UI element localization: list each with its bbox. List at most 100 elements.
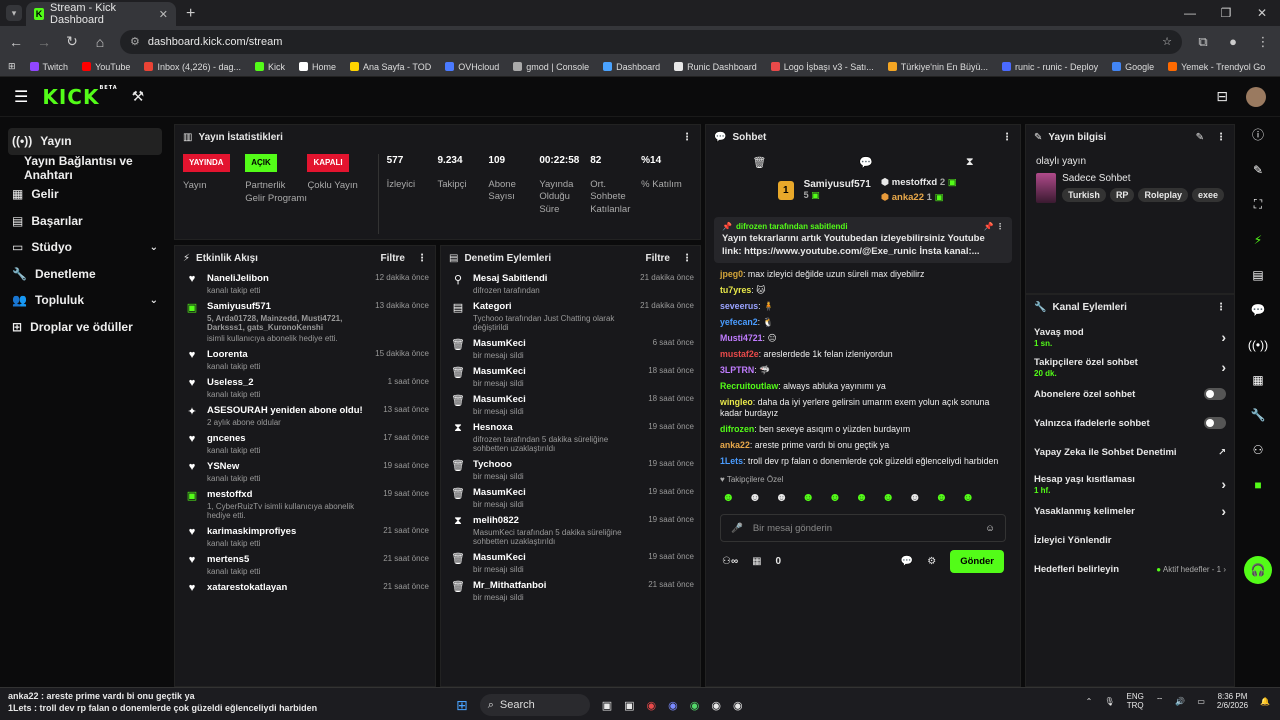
wifi-icon[interactable]: ⌔ xyxy=(1156,696,1164,706)
toggle-switch[interactable] xyxy=(1204,388,1226,400)
sidebar-item-stream[interactable]: ((•)) Yayın xyxy=(8,128,162,155)
tag-pill[interactable]: exee xyxy=(1191,188,1224,202)
chat-message[interactable]: tu7yres: 🐱 xyxy=(706,285,1020,296)
more-options-icon[interactable]: ⋮ xyxy=(1216,302,1226,313)
chrome-icon[interactable]: ◉ xyxy=(647,699,657,712)
chat-icon[interactable]: 💬 xyxy=(1236,292,1280,327)
volume-icon[interactable]: 🔊 xyxy=(1175,697,1185,706)
feed-item[interactable]: ⧗ Hesnoxa difrozen tarafından 5 dakika sür… xyxy=(451,422,694,453)
chat-message[interactable]: mustaf2e: areslerdede 1k felan izleniyor… xyxy=(706,349,1020,360)
taskbar-app-icon[interactable]: ▣ xyxy=(602,699,612,712)
back-icon[interactable]: ← xyxy=(8,34,24,50)
tray-chevron-icon[interactable]: ⌃ xyxy=(1086,697,1093,706)
taskbar-search[interactable]: ⌕ Search xyxy=(479,694,590,716)
filter-button[interactable]: Filtre xyxy=(646,253,670,264)
feed-item[interactable]: 🗑 MasumKeci bir mesajı sildi 18 saat önce xyxy=(451,366,694,388)
emote-icon[interactable]: ☻ xyxy=(882,490,895,504)
bookmark-item[interactable]: Ana Sayfa - TOD xyxy=(350,62,431,72)
feed-item[interactable]: ⚲ Mesaj Sabitlendi difrozen tarafından 21 d… xyxy=(451,273,694,295)
more-options-icon[interactable]: ⋮ xyxy=(682,253,692,264)
emote-icon[interactable]: ☻ xyxy=(935,490,948,504)
chat-message[interactable]: yefecan2: 🐧 xyxy=(706,317,1020,328)
chat-username[interactable]: 3LPTRN xyxy=(720,365,754,375)
infinity-icon[interactable]: ⚇∞ xyxy=(722,556,738,567)
sidebar-item-drops[interactable]: ⊞ Droplar ve ödüller xyxy=(0,314,170,341)
feed-item[interactable]: ♥ Loorenta kanalı takip etti 15 dakika önce xyxy=(185,349,429,371)
notification-icon[interactable]: 🔔 xyxy=(1260,697,1270,706)
taskbar-app-icon[interactable]: ▣ xyxy=(624,699,634,712)
feed-item[interactable]: ♥ YSNew kanalı takip etti 19 saat önce xyxy=(185,461,429,483)
chat-username[interactable]: Musti4721 xyxy=(720,333,763,343)
feed-item[interactable]: 🗑 MasumKeci bir mesajı sildi 18 saat önce xyxy=(451,394,694,416)
tag-pill[interactable]: Turkish xyxy=(1062,188,1106,202)
document-icon[interactable]: ▤ xyxy=(1236,257,1280,292)
feed-item[interactable]: 🗑 MasumKeci bir mesajı sildi 19 saat önce xyxy=(451,487,694,509)
more-options-icon[interactable]: ⋮ xyxy=(417,253,427,264)
edit-icon[interactable]: ✎ xyxy=(1196,132,1204,143)
chat-message[interactable]: difrozen: ben sexeye asıqım o yüzden bur… xyxy=(706,424,1020,435)
chat-username[interactable]: seveerus xyxy=(720,301,758,311)
bookmark-item[interactable]: YouTube xyxy=(82,62,130,72)
chat-message[interactable]: jpeg0: max izleyici değilde uzun süreli … xyxy=(706,269,1020,280)
channel-action-row[interactable]: Yalnızca ifadelerle sohbet xyxy=(1026,415,1234,431)
emote-icon[interactable]: ☻ xyxy=(722,490,735,504)
home-icon[interactable]: ⌂ xyxy=(92,34,108,50)
site-info-icon[interactable]: ⚙ xyxy=(130,35,140,48)
address-bar[interactable]: ⚙ dashboard.kick.com/stream ☆ xyxy=(120,29,1182,54)
channel-action-row[interactable]: Yapay Zeka ile Sohbet Denetimi ↗ xyxy=(1026,444,1234,460)
emoji-icon[interactable]: ☺ xyxy=(985,523,995,534)
chat-username[interactable]: wingleo xyxy=(720,397,753,407)
spotify-icon[interactable]: ◉ xyxy=(690,699,700,712)
sidebar-item-stream-key[interactable]: Yayın Bağlantısı ve Anahtarı xyxy=(0,154,170,182)
info-icon[interactable]: ⓘ xyxy=(1236,117,1280,152)
tag-pill[interactable]: RP xyxy=(1109,188,1135,202)
windows-start-icon[interactable]: ⊞ xyxy=(456,697,468,714)
discord-icon[interactable]: ◉ xyxy=(668,699,678,712)
bookmark-item[interactable]: gmod | Console xyxy=(513,62,589,72)
apps-icon[interactable]: ⊞ xyxy=(8,61,16,72)
store-icon[interactable]: ▦ xyxy=(752,556,761,567)
profile-icon[interactable]: ● xyxy=(1224,34,1242,49)
mic-icon[interactable]: 🎙 xyxy=(1104,697,1114,706)
gear-icon[interactable]: ⚙ xyxy=(927,556,936,567)
steam-icon[interactable]: ◉ xyxy=(711,699,721,712)
channel-action-row[interactable]: İzleyici Yönlendir xyxy=(1026,532,1234,548)
chat-username[interactable]: difrozen xyxy=(720,424,754,434)
emote-icon[interactable]: ☻ xyxy=(855,490,868,504)
emote-icon[interactable]: ☻ xyxy=(775,490,788,504)
pencil-icon[interactable]: ✎ xyxy=(1236,152,1280,187)
reload-icon[interactable]: ↻ xyxy=(64,33,80,50)
channel-action-row[interactable]: Hedefleri belirleyin ● Aktif hedefler - 1… xyxy=(1026,561,1234,577)
chat-message[interactable]: anka22: areste prime vardı bi onu geçtik… xyxy=(706,440,1020,451)
feed-item[interactable]: ♥ gncenes kanalı takip etti 17 saat önce xyxy=(185,433,429,455)
screenshot-icon[interactable]: ⛶ xyxy=(1236,187,1280,222)
bookmark-star-icon[interactable]: ☆ xyxy=(1162,35,1172,48)
bookmark-item[interactable]: Dashboard xyxy=(603,62,660,72)
chat-username[interactable]: anka22 xyxy=(720,440,750,450)
obs-icon[interactable]: ◉ xyxy=(733,699,743,712)
lightning-icon[interactable]: ⚡ xyxy=(1236,222,1280,257)
external-link-icon[interactable]: ↗ xyxy=(1218,447,1226,458)
sidebar-item-achievements[interactable]: ▤ Başarılar xyxy=(0,208,170,235)
mic-icon[interactable]: 🎤 xyxy=(731,523,743,534)
tools-icon[interactable]: ⚒ xyxy=(132,88,145,105)
bookmark-item[interactable]: runic - runic - Deploy xyxy=(1002,62,1098,72)
pinned-message[interactable]: 📌 difrozen tarafından sabitlendi 📌 ⋮ Yayın… xyxy=(714,217,1012,264)
emote-icon[interactable]: ☻ xyxy=(802,490,815,504)
more-options-icon[interactable]: ⋮ xyxy=(682,132,692,143)
store-icon[interactable]: ▦ xyxy=(1236,362,1280,397)
feed-item[interactable]: ♥ karimaskimprofiyes kanalı takip etti 21 s… xyxy=(185,526,429,548)
bookmark-item[interactable]: Inbox (4,226) - dag... xyxy=(144,62,241,72)
bookmark-item[interactable]: Twitch xyxy=(29,62,68,72)
bookmark-item[interactable]: Yemek - Trendyol Go xyxy=(1168,62,1265,72)
minimize-icon[interactable]: — xyxy=(1172,0,1208,26)
feed-item[interactable]: ▣ mestoffxd 1, CyberRuizTv isimli kullanıc… xyxy=(185,489,429,520)
feed-item[interactable]: ♥ NaneliJelibon kanalı takip etti 12 dakika… xyxy=(185,273,429,295)
channel-action-row[interactable]: Abonelere özel sohbet xyxy=(1026,386,1234,402)
sidebar-item-revenue[interactable]: ▦ Gelir xyxy=(0,181,170,208)
community-icon[interactable]: ⚇ xyxy=(1236,432,1280,467)
chat-username[interactable]: yefecan2 xyxy=(720,317,758,327)
chat-bubble-icon[interactable]: 💬 xyxy=(859,156,873,169)
chat-username[interactable]: 1Lets xyxy=(720,456,743,466)
chat-message[interactable]: Recruitoutlaw: always abluka yayınımı ya xyxy=(706,381,1020,392)
